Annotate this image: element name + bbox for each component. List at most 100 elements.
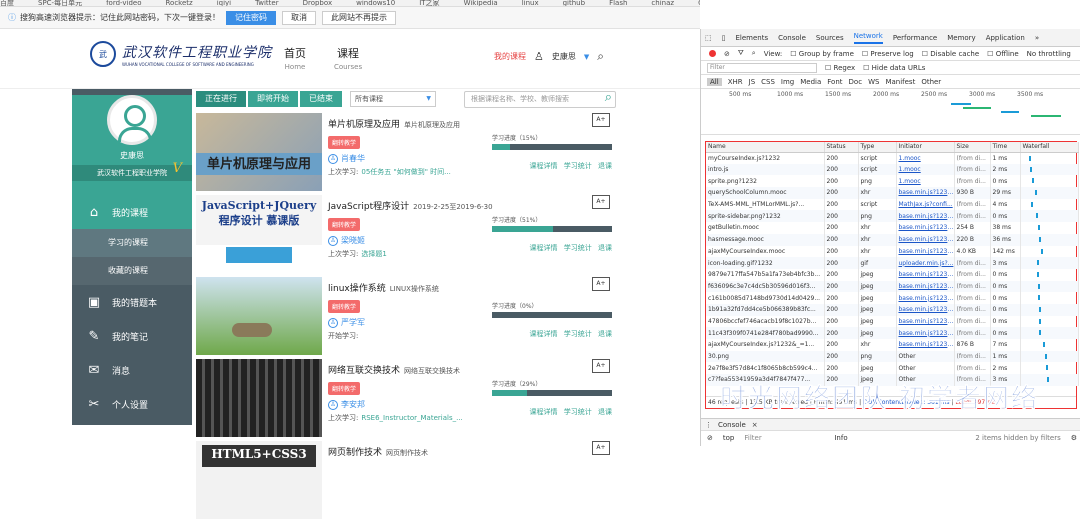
- column-header[interactable]: Waterfall: [1020, 142, 1079, 153]
- drop-course-link[interactable]: 退课: [598, 408, 612, 416]
- cancel-button[interactable]: 取消: [282, 10, 316, 25]
- bookmark-item[interactable]: linux: [522, 0, 539, 6]
- course-detail-link[interactable]: 课程详情: [530, 330, 558, 338]
- type-filter-other[interactable]: Other: [921, 78, 941, 86]
- request-row[interactable]: icon-loading.gif?1232 200 gif uploader.min.…: [706, 257, 1079, 269]
- school-logo[interactable]: 武 武汉软件工程职业学院 WUHAN VOCATIONAL COLLEGE OF…: [90, 41, 272, 67]
- sidebar-sub-learning[interactable]: 学习的课程: [72, 229, 192, 257]
- bookmark-item[interactable]: ford-video: [106, 0, 141, 6]
- course-title[interactable]: 网页制作技术: [328, 448, 382, 458]
- bookmark-item[interactable]: Flash: [609, 0, 627, 6]
- teacher-name[interactable]: 严学军: [341, 317, 365, 328]
- sidebar-sub-favorites[interactable]: 收藏的课程: [72, 257, 192, 285]
- type-filter-xhr[interactable]: XHR: [728, 78, 743, 86]
- remember-password-button[interactable]: 记住密码: [226, 10, 276, 25]
- sidebar-item-messages[interactable]: ✉ 消息: [72, 353, 192, 387]
- kebab-icon[interactable]: ⋮: [705, 421, 712, 429]
- devtools-tab[interactable]: Sources: [816, 34, 844, 42]
- bookmark-item[interactable]: IT之家: [419, 0, 439, 6]
- request-row[interactable]: sprite-sidebar.png?1232 200 png base.min.js…: [706, 210, 1079, 223]
- type-filter-doc[interactable]: Doc: [849, 78, 863, 86]
- bookmark-item[interactable]: Dropbox: [303, 0, 333, 6]
- course-cover[interactable]: [196, 359, 322, 437]
- sidebar-item-settings[interactable]: ✂ 个人设置: [72, 387, 192, 421]
- drop-course-link[interactable]: 退课: [598, 162, 612, 170]
- course-search-input[interactable]: 根据课程名称、学校、教师搜索 ⌕: [464, 90, 616, 108]
- disable-cache-checkbox[interactable]: ☐ Disable cache: [922, 50, 979, 58]
- column-header[interactable]: Name: [706, 142, 825, 153]
- tab-ended[interactable]: 已结束: [300, 91, 342, 107]
- study-stats-link[interactable]: 学习统计: [564, 408, 592, 416]
- devtools-tab[interactable]: Performance: [893, 34, 937, 42]
- clear-icon[interactable]: ⊘: [724, 50, 730, 58]
- last-study-link[interactable]: 选择题1: [361, 250, 386, 258]
- console-filter-input[interactable]: Filter: [744, 434, 824, 442]
- course-detail-link[interactable]: 课程详情: [530, 162, 558, 170]
- course-cover[interactable]: HTML5+CSS3: [196, 441, 322, 519]
- course-detail-link[interactable]: 课程详情: [530, 244, 558, 252]
- study-stats-link[interactable]: 学习统计: [564, 330, 592, 338]
- course-detail-link[interactable]: 课程详情: [530, 408, 558, 416]
- type-filter-ws[interactable]: WS: [868, 78, 879, 86]
- regex-checkbox[interactable]: ☐ Regex: [825, 64, 855, 72]
- type-filter-font[interactable]: Font: [827, 78, 842, 86]
- type-filter-manifest[interactable]: Manifest: [885, 78, 915, 86]
- bookmark-item[interactable]: SPC-每日单元: [38, 0, 82, 6]
- study-stats-link[interactable]: 学习统计: [564, 244, 592, 252]
- last-study-link[interactable]: RSE6_Instructor_Materials_...: [361, 414, 462, 422]
- course-cover[interactable]: [196, 277, 322, 355]
- record-icon[interactable]: [709, 50, 716, 57]
- console-tab[interactable]: Console: [718, 421, 746, 429]
- course-cover[interactable]: JavaScript+JQuery 程序设计 慕课版: [196, 195, 322, 273]
- chevron-down-icon[interactable]: ▼: [584, 53, 589, 61]
- teacher-name[interactable]: 梁晓姬: [341, 235, 365, 246]
- request-row[interactable]: myCourseIndex.js?1232 200 script 1.mooc (fro…: [706, 152, 1079, 164]
- type-filter-img[interactable]: Img: [781, 78, 794, 86]
- course-title[interactable]: 网络互联交换技术: [328, 366, 400, 376]
- column-header[interactable]: Initiator: [896, 142, 955, 153]
- drop-course-link[interactable]: 退课: [598, 330, 612, 338]
- course-title[interactable]: linux操作系统: [328, 284, 386, 294]
- devtools-tab[interactable]: Memory: [947, 34, 975, 42]
- type-filter-js[interactable]: JS: [749, 78, 756, 86]
- column-header[interactable]: Size: [954, 142, 991, 153]
- bookmark-item[interactable]: 百度: [0, 0, 14, 6]
- nav-home[interactable]: 首页 Home: [284, 45, 306, 71]
- course-filter-select[interactable]: 所有课程: [350, 91, 436, 107]
- devtools-tab[interactable]: »: [1035, 34, 1039, 42]
- request-row[interactable]: 9879e717ffa547b5a1fa73eb4bfc3b... 200 jpeg…: [706, 268, 1079, 281]
- tab-ongoing[interactable]: 正在进行: [196, 91, 246, 107]
- devtools-tab[interactable]: Application: [986, 34, 1025, 42]
- request-row[interactable]: 1b91a32fd7dd4ce5b066389b83fc... 200 jpeg ba…: [706, 303, 1079, 316]
- request-row[interactable]: 2e7f8e3f57d84c1f8065b8cb599c4... 200 jpeg O…: [706, 362, 1079, 375]
- avatar[interactable]: [107, 95, 157, 145]
- type-filter-css[interactable]: CSS: [761, 78, 775, 86]
- hide-data-urls-checkbox[interactable]: ☐ Hide data URLs: [863, 64, 925, 72]
- type-filter-all[interactable]: All: [707, 77, 722, 86]
- request-row[interactable]: 11c43f309f0741e284f780bad9990... 200 jpeg b…: [706, 327, 1079, 339]
- request-row[interactable]: c161b0085d7148bd9730d14d0429... 200 jpeg ba…: [706, 292, 1079, 304]
- header-username[interactable]: 史康思: [552, 51, 576, 62]
- request-row[interactable]: 47806bccfef746acacb19f8c1027b... 200 jpeg b…: [706, 315, 1079, 328]
- network-filter-input[interactable]: Filter: [707, 62, 817, 73]
- request-row[interactable]: ajaxMyCourseIndex.js?1232&_=1... 200 xhr ba…: [706, 339, 1079, 351]
- clear-icon[interactable]: ⊘: [707, 434, 713, 442]
- notes-icon[interactable]: A+: [592, 195, 610, 209]
- gear-icon[interactable]: ⚙: [1071, 434, 1077, 442]
- request-row[interactable]: intro.js 200 script 1.mooc (from di... 2 ms: [706, 163, 1079, 176]
- course-title[interactable]: JavaScript程序设计: [328, 202, 409, 212]
- request-row[interactable]: TeX-AMS-MML_HTMLorMML.js?... 200 script Mat…: [706, 198, 1079, 211]
- column-header[interactable]: Type: [858, 142, 897, 153]
- bookmark-item[interactable]: iqiyi: [217, 0, 231, 6]
- nav-courses[interactable]: 课程 Courses: [334, 45, 362, 71]
- last-study-link[interactable]: 05任务五 "如何做到" 时间...: [361, 168, 450, 176]
- user-icon[interactable]: ♙: [534, 50, 544, 63]
- request-row[interactable]: 30.png 200 png Other (from di... 1 ms: [706, 350, 1079, 363]
- devtools-tab[interactable]: Network: [853, 32, 883, 44]
- search-icon[interactable]: ⌕: [605, 90, 612, 105]
- devtools-tab[interactable]: Elements: [735, 34, 768, 42]
- request-row[interactable]: querySchoolColumn.mooc 200 xhr base.min.js?…: [706, 187, 1079, 199]
- request-row[interactable]: f636096c3e7c4dc5b30596d016f3... 200 jpeg ba…: [706, 280, 1079, 293]
- sidebar-item-notes[interactable]: ✎ 我的笔记: [72, 319, 192, 353]
- group-by-frame-checkbox[interactable]: ☐ Group by frame: [790, 50, 854, 58]
